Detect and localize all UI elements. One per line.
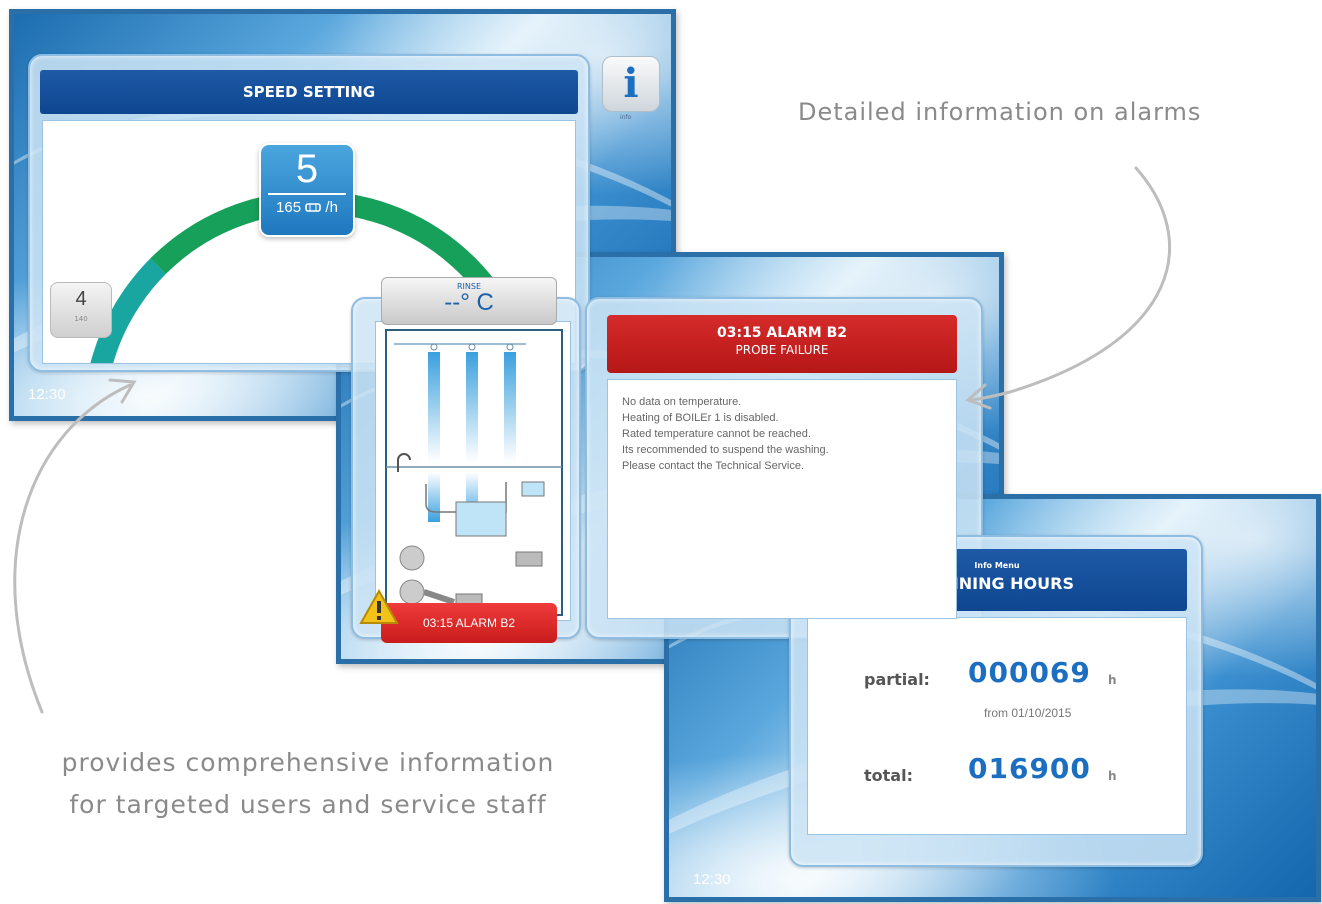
info-icon: i: [623, 60, 639, 107]
basket-icon: [305, 199, 325, 216]
partial-unit: h: [1108, 673, 1117, 687]
alarm-line: Please contact the Technical Service.: [622, 460, 805, 472]
warning-icon: [359, 588, 399, 629]
partial-value: 000069: [968, 656, 1091, 689]
annotation-info-line: provides comprehensive information: [61, 748, 555, 777]
info-button[interactable]: i: [602, 56, 660, 112]
speed-title: SPEED SETTING: [40, 70, 578, 114]
current-speed-value: 5: [295, 147, 319, 191]
alarm-header: 03:15 ALARM B2 PROBE FAILURE: [607, 315, 957, 373]
hours-panel: partial: 000069 h from 01/10/2015 total:…: [807, 617, 1187, 835]
annotation-info-line: for targeted users and service staff: [69, 790, 547, 819]
rinse-temp: --° C: [444, 289, 494, 316]
total-unit: h: [1108, 769, 1117, 783]
partial-from: from 01/10/2015: [984, 706, 1072, 720]
total-value: 016900: [968, 752, 1091, 785]
arrow-to-clock: [13, 383, 132, 714]
speed-divider: [268, 193, 346, 195]
rinse-temp-button[interactable]: RINSE --° C: [381, 277, 557, 325]
alarm-subtitle: PROBE FAILURE: [735, 343, 829, 357]
rate-value: 165: [276, 199, 302, 216]
alarm-badge-button[interactable]: 03:15 ALARM B2: [381, 603, 557, 643]
current-speed-rate: 165 /h: [261, 199, 353, 216]
rate-unit: /h: [325, 199, 338, 216]
alarm-line: Rated temperature cannot be reached.: [622, 428, 811, 440]
clock: 12:30: [28, 386, 66, 403]
alarm-line: Its recommended to suspend the washing.: [622, 444, 829, 456]
alarm-screen: RINSE --° C 03:15 ALARM B2 03:15 ALARM B…: [336, 252, 1004, 664]
prev-speed-button[interactable]: 4 140: [50, 282, 112, 338]
clock: 12:30: [693, 871, 731, 888]
current-speed-button[interactable]: 5 165 /h: [259, 143, 355, 237]
alarm-title: 03:15 ALARM B2: [716, 325, 848, 341]
alarm-line: Heating of BOILEr 1 is disabled.: [622, 412, 779, 424]
partial-label: partial:: [864, 670, 930, 689]
info-caption: info: [620, 114, 632, 121]
prev-speed-rate: 140: [74, 315, 88, 323]
alarm-line: No data on temperature.: [622, 396, 742, 408]
total-label: total:: [864, 766, 913, 785]
machine-diagram-icon: [375, 321, 571, 621]
alarm-description: No data on temperature. Heating of BOILE…: [607, 379, 957, 619]
annotation-info: provides comprehensive information for t…: [8, 742, 608, 826]
annotation-alarms: Detailed information on alarms: [798, 98, 1202, 126]
prev-speed-value: 4: [75, 288, 87, 310]
